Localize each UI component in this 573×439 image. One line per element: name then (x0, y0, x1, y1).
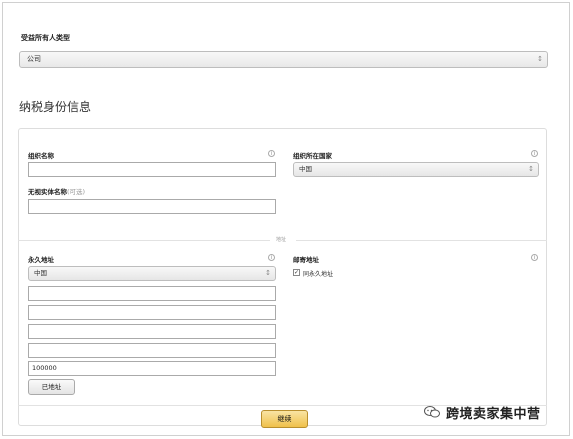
org-country-label: 组织所在国家 (293, 152, 332, 160)
beneficiary-type-label: 受益所有人类型 (21, 34, 70, 42)
info-icon[interactable]: i (531, 150, 538, 157)
permanent-country-value: 中国 (34, 269, 47, 277)
address-line-1-input[interactable] (28, 286, 276, 301)
beneficiary-type-select[interactable]: 公司 ↕ (19, 51, 548, 68)
watermark: 跨境卖家集中营 (424, 402, 570, 424)
continue-button[interactable]: 继续 (261, 410, 308, 428)
chevron-updown-icon: ↕ (537, 55, 543, 63)
same-as-permanent-label: 同永久地址 (303, 271, 334, 278)
org-country-value: 中国 (299, 165, 312, 173)
chevron-updown-icon: ↕ (265, 269, 271, 277)
address-divider-label: 地址 (276, 237, 287, 243)
same-as-permanent-checkbox[interactable]: ✓ (293, 269, 300, 276)
divider-left (18, 240, 270, 241)
info-icon[interactable]: i (268, 254, 275, 261)
permanent-address-label: 永久地址 (28, 256, 54, 264)
info-icon[interactable]: i (268, 150, 275, 157)
postal-code-input[interactable]: 100000 (28, 361, 276, 376)
address-line-2-input[interactable] (28, 305, 276, 320)
org-country-select[interactable]: 中国 ↕ (293, 162, 539, 177)
city-input[interactable] (28, 324, 276, 339)
optional-tag: (可选) (67, 188, 86, 196)
info-icon[interactable]: i (531, 254, 538, 261)
disregarded-entity-label: 无视实体名称(可选) (28, 186, 85, 196)
verify-address-button[interactable]: 已地址 (28, 379, 75, 395)
disregarded-entity-input[interactable] (28, 199, 276, 214)
mailing-address-label: 邮寄地址 (293, 256, 319, 264)
disregarded-entity-label-text: 无视实体名称 (28, 188, 67, 196)
divider-right (296, 240, 547, 241)
chevron-updown-icon: ↕ (528, 165, 534, 173)
beneficiary-type-value: 公司 (27, 55, 41, 63)
org-name-input[interactable] (28, 162, 276, 177)
permanent-country-select[interactable]: 中国 ↕ (28, 266, 276, 281)
section-title: 纳税身份信息 (19, 100, 92, 114)
watermark-text: 跨境卖家集中营 (446, 407, 541, 422)
org-name-label: 组织名称 (28, 152, 54, 160)
region-input[interactable] (28, 343, 276, 358)
chat-bubble-icon (424, 406, 440, 418)
